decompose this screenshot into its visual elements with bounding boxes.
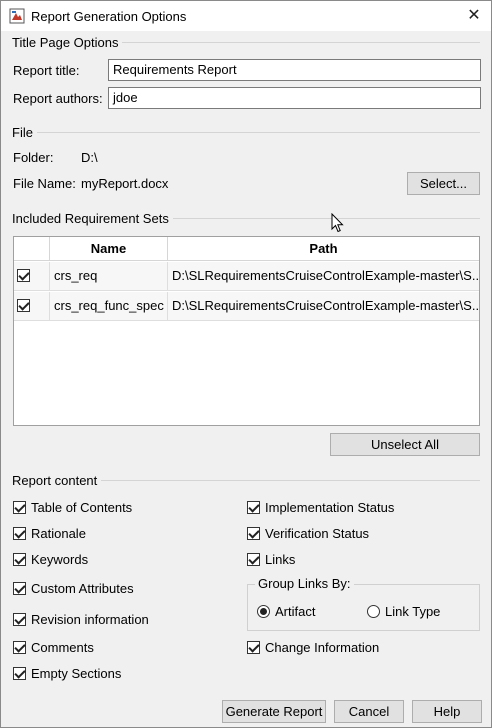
- links-label[interactable]: Links: [265, 552, 295, 567]
- row-check-cell: [14, 292, 50, 321]
- folder-label: Folder:: [13, 150, 54, 165]
- req-sets-section-heading: Included Requirement Sets: [12, 211, 173, 226]
- table-of-contents-checkbox[interactable]: [13, 501, 26, 514]
- filename-value: myReport.docx: [81, 176, 169, 191]
- verification-status-checkbox[interactable]: [247, 527, 260, 540]
- column-header-check: [14, 237, 50, 261]
- row-name: crs_req: [50, 262, 168, 291]
- generate-report-button[interactable]: Generate Report: [222, 700, 326, 723]
- group-links-by-label: Group Links By:: [255, 576, 354, 591]
- folder-value: D:\: [81, 150, 98, 165]
- artifact-radio-label[interactable]: Artifact: [275, 604, 315, 619]
- comments-checkbox[interactable]: [13, 641, 26, 654]
- link-type-radio-label[interactable]: Link Type: [385, 604, 440, 619]
- change-information-label[interactable]: Change Information: [265, 640, 379, 655]
- title-bar: Report Generation Options ✕: [1, 1, 491, 31]
- links-checkbox[interactable]: [247, 553, 260, 566]
- artifact-radio[interactable]: [257, 605, 270, 618]
- req-sets-table: Name Path crs_req D:\SLRequirementsCruis…: [13, 236, 480, 426]
- filename-label: File Name:: [13, 176, 76, 191]
- column-header-name[interactable]: Name: [50, 237, 168, 261]
- close-icon[interactable]: ✕: [457, 1, 491, 31]
- report-content-section-heading: Report content: [12, 473, 102, 488]
- table-header: Name Path: [14, 237, 479, 261]
- help-button[interactable]: Help: [412, 700, 482, 723]
- report-title-label: Report title:: [13, 63, 80, 78]
- report-generation-options-dialog: Report Generation Options ✕ Title Page O…: [0, 0, 492, 728]
- window-title: Report Generation Options: [31, 9, 187, 24]
- mouse-cursor-icon: [331, 213, 344, 233]
- empty-sections-checkbox[interactable]: [13, 667, 26, 680]
- implementation-status-checkbox[interactable]: [247, 501, 260, 514]
- link-type-radio[interactable]: [367, 605, 380, 618]
- rationale-label[interactable]: Rationale: [31, 526, 86, 541]
- change-information-checkbox[interactable]: [247, 641, 260, 654]
- report-authors-label: Report authors:: [13, 91, 103, 106]
- table-row[interactable]: crs_req D:\SLRequirementsCruiseControlEx…: [14, 262, 479, 291]
- table-row[interactable]: crs_req_func_spec D:\SLRequirementsCruis…: [14, 292, 479, 321]
- rationale-checkbox[interactable]: [13, 527, 26, 540]
- empty-sections-label[interactable]: Empty Sections: [31, 666, 121, 681]
- report-title-input[interactable]: Requirements Report: [108, 59, 481, 81]
- row-name: crs_req_func_spec: [50, 292, 168, 321]
- keywords-checkbox[interactable]: [13, 553, 26, 566]
- revision-information-label[interactable]: Revision information: [31, 612, 149, 627]
- row-path: D:\SLRequirementsCruiseControlExample-ma…: [172, 268, 479, 283]
- section-divider: [13, 132, 480, 133]
- row-checkbox[interactable]: [17, 299, 30, 312]
- app-icon: [9, 8, 25, 24]
- custom-attributes-label[interactable]: Custom Attributes: [31, 581, 134, 596]
- revision-information-checkbox[interactable]: [13, 613, 26, 626]
- file-section-heading: File: [12, 125, 37, 140]
- unselect-all-button[interactable]: Unselect All: [330, 433, 480, 456]
- row-checkbox[interactable]: [17, 269, 30, 282]
- implementation-status-label[interactable]: Implementation Status: [265, 500, 394, 515]
- row-path: D:\SLRequirementsCruiseControlExample-ma…: [172, 298, 479, 313]
- custom-attributes-checkbox[interactable]: [13, 582, 26, 595]
- cancel-button[interactable]: Cancel: [334, 700, 404, 723]
- title-page-section-heading: Title Page Options: [12, 35, 123, 50]
- comments-label[interactable]: Comments: [31, 640, 94, 655]
- verification-status-label[interactable]: Verification Status: [265, 526, 369, 541]
- column-header-path[interactable]: Path: [168, 237, 479, 261]
- keywords-label[interactable]: Keywords: [31, 552, 88, 567]
- table-of-contents-label[interactable]: Table of Contents: [31, 500, 132, 515]
- report-authors-input[interactable]: jdoe: [108, 87, 481, 109]
- select-file-button[interactable]: Select...: [407, 172, 480, 195]
- row-check-cell: [14, 262, 50, 291]
